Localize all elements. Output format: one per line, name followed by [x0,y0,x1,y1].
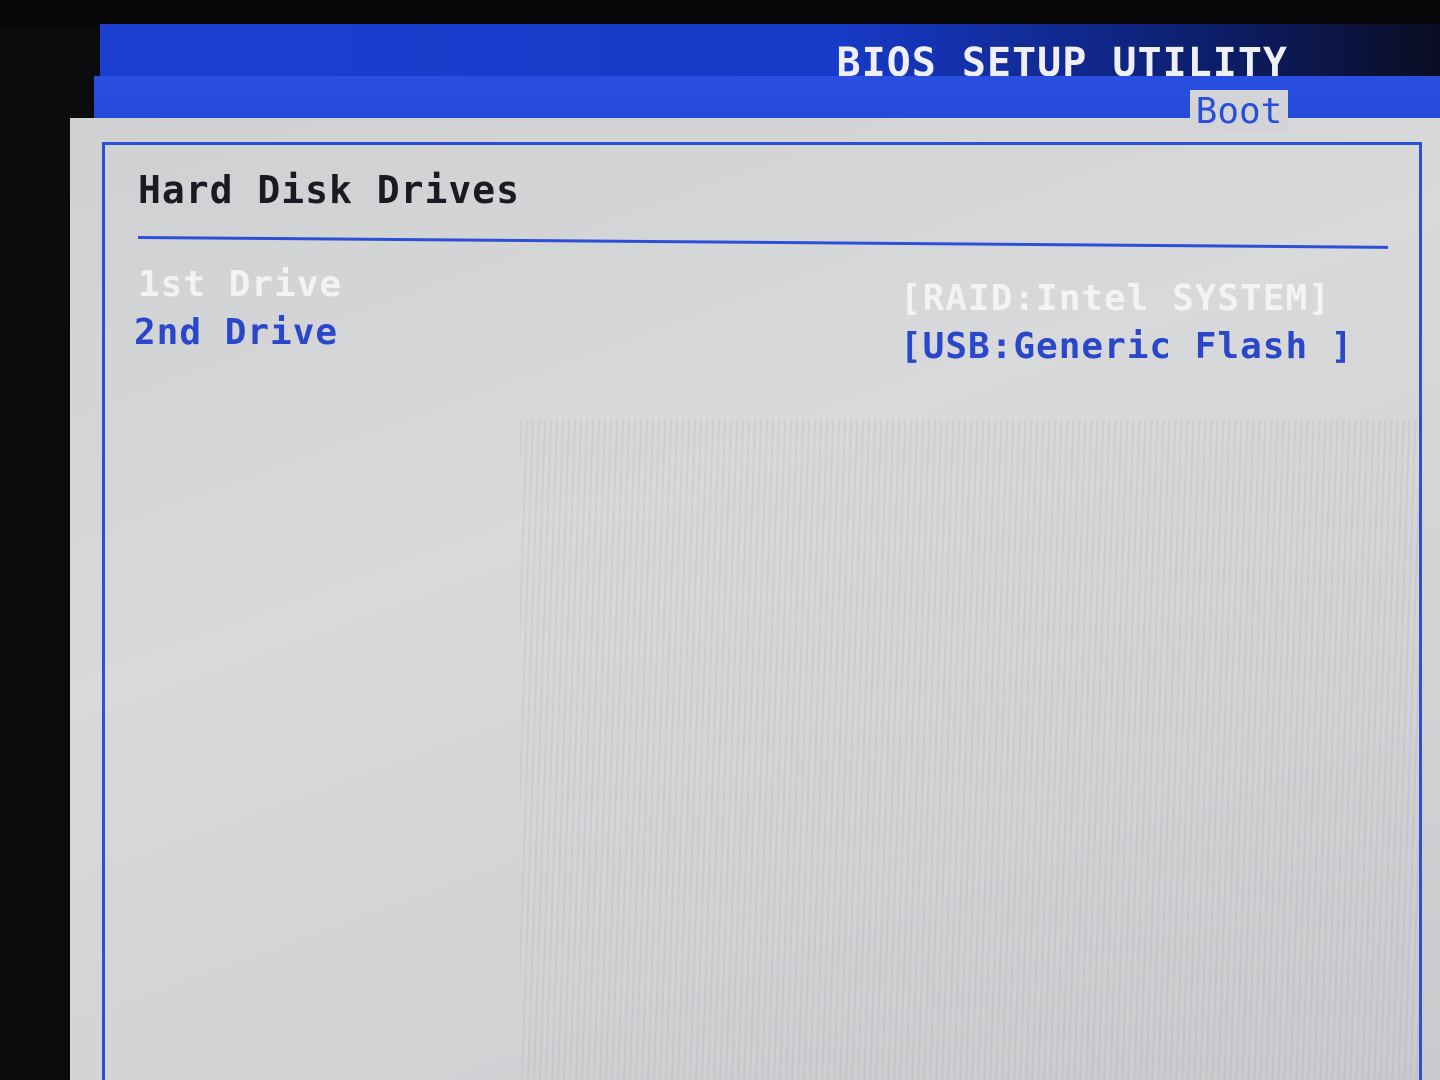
monitor-bezel [0,0,1440,26]
drive-2-label[interactable]: 2nd Drive [134,312,338,353]
section-title: Hard Disk Drives [138,168,521,212]
tab-boot[interactable]: Boot [1190,90,1288,134]
drive-2-value[interactable]: [USB:Generic Flash ] [900,326,1353,367]
drive-1-label[interactable]: 1st Drive [138,264,342,305]
drive-1-value[interactable]: [RAID:Intel SYSTEM] [900,278,1331,319]
bios-screen: BIOS SETUP UTILITY Boot Hard Disk Drives… [0,0,1440,1080]
